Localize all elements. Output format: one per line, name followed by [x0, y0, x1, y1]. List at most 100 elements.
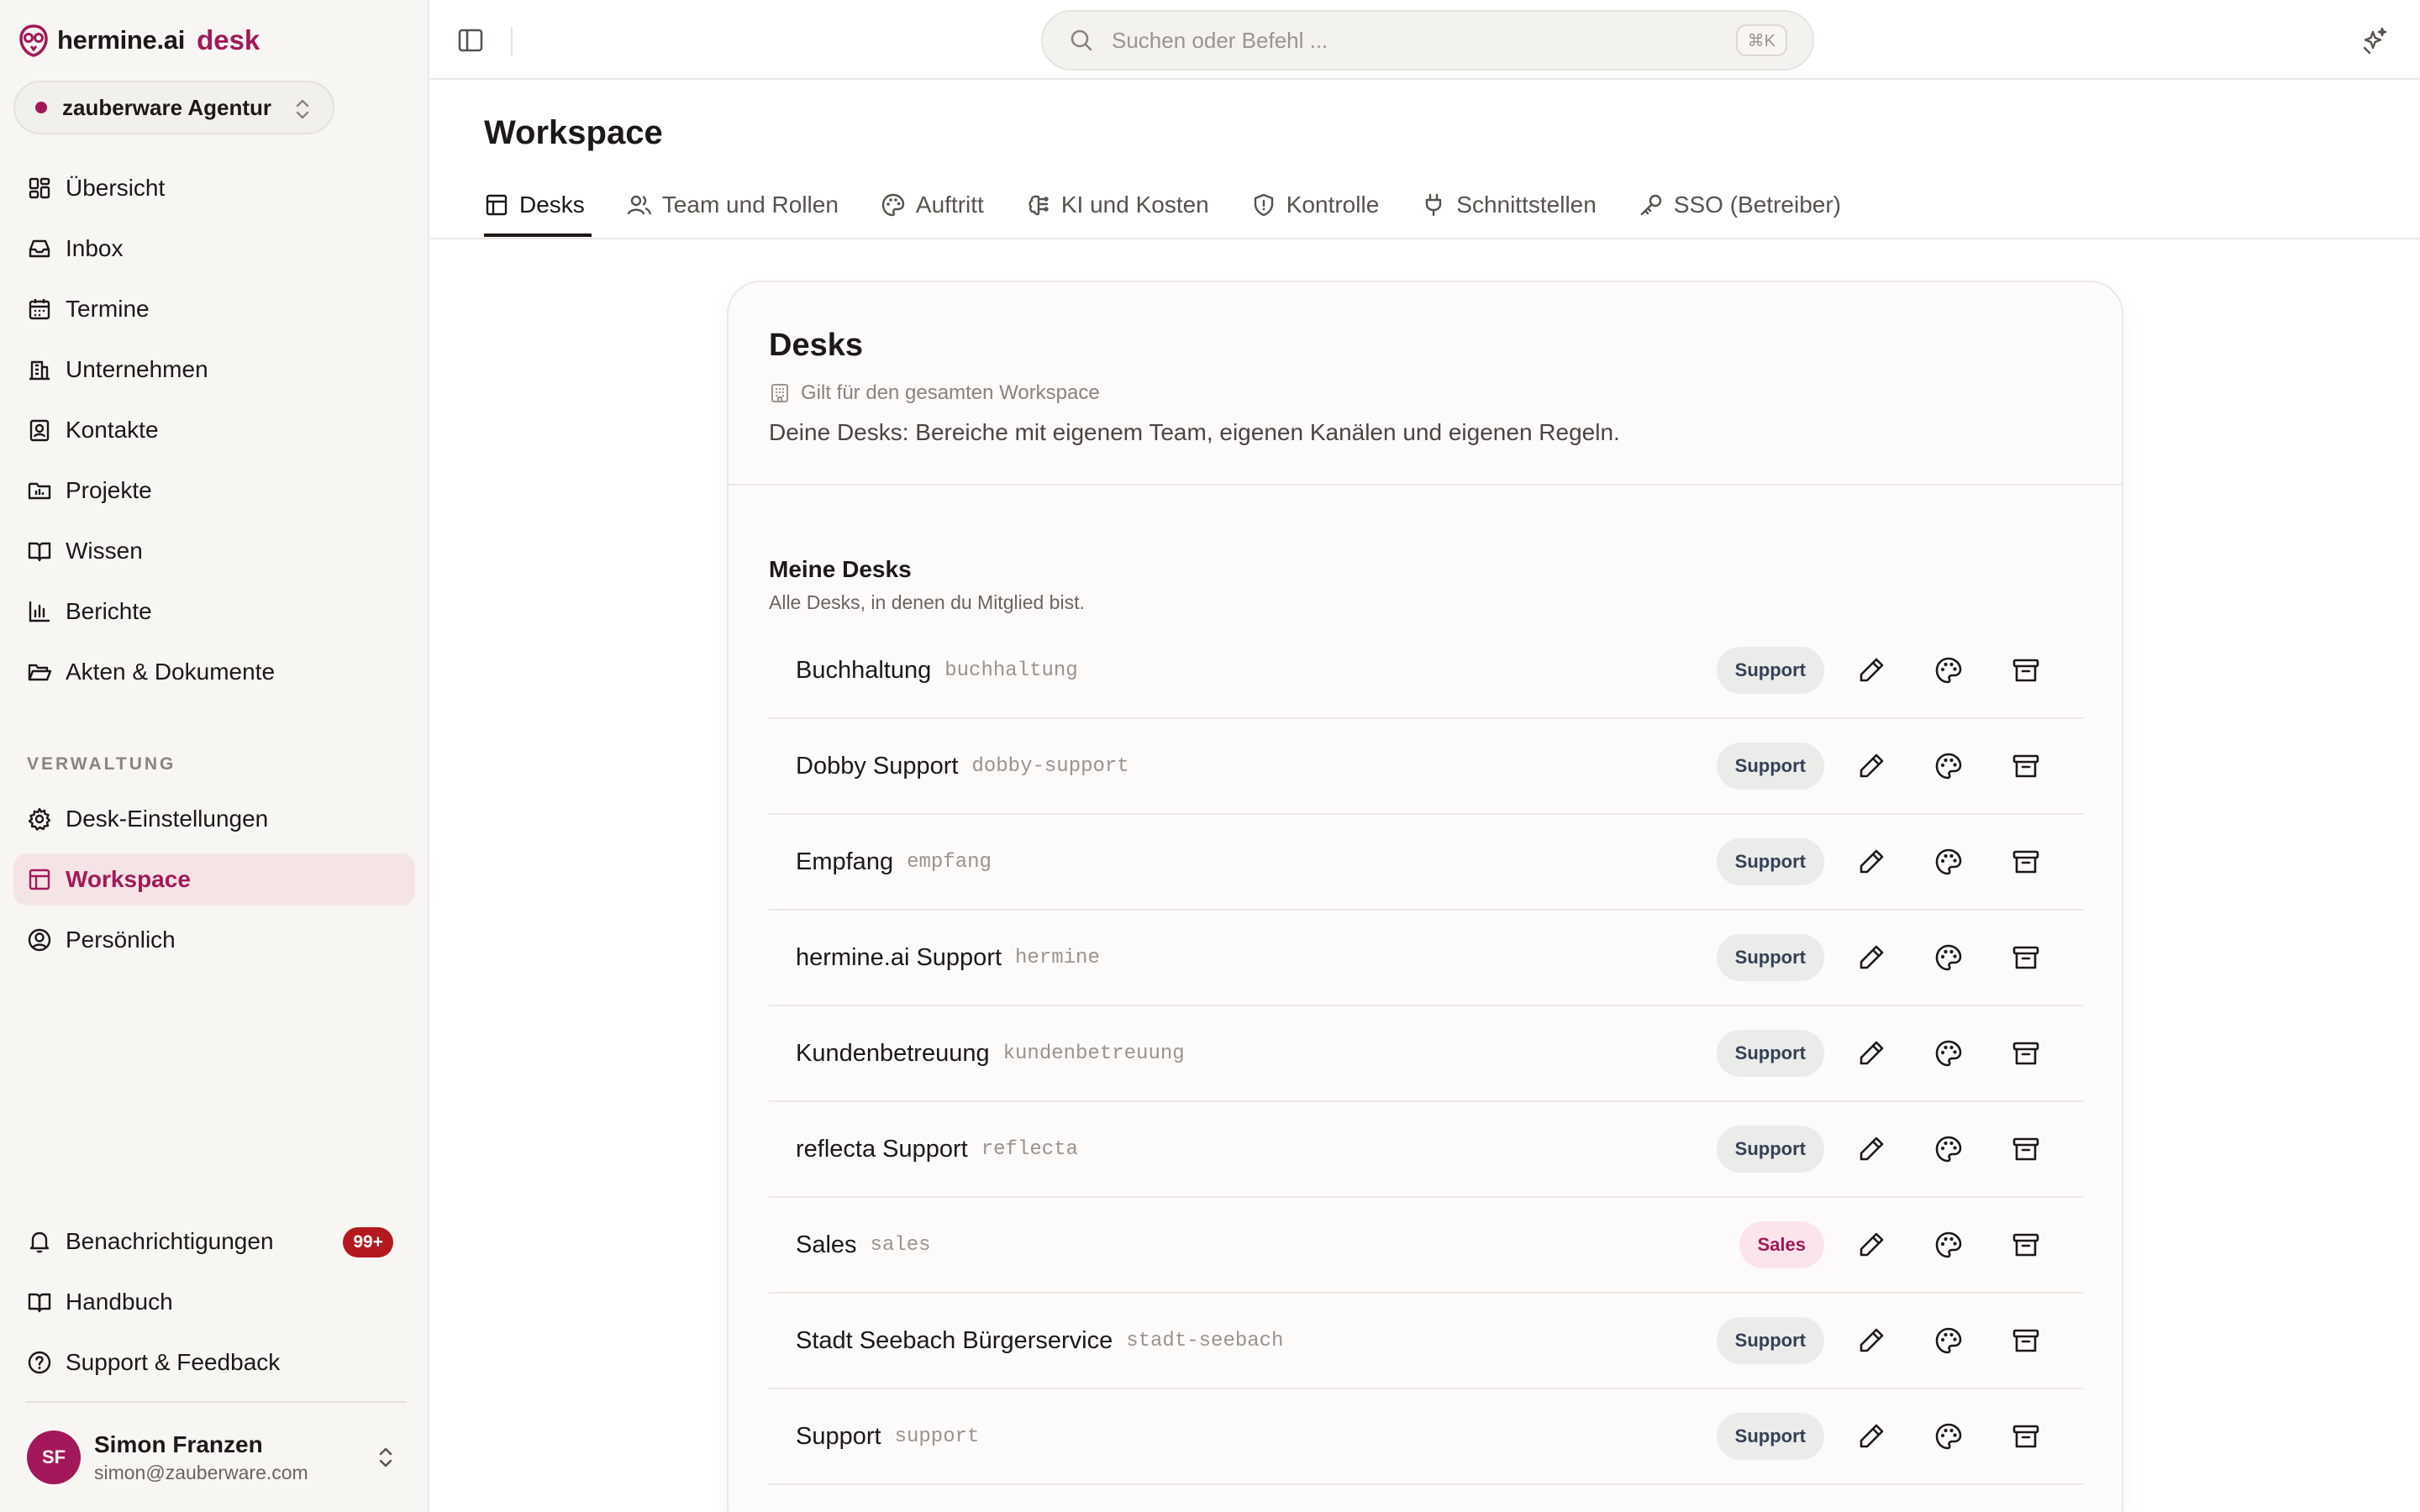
nav-item-kontakte[interactable]: Kontakte	[13, 404, 415, 456]
nav-label: Support & Feedback	[66, 1349, 281, 1375]
nav-item-desk-einstellungen[interactable]: Desk-Einstellungen	[13, 793, 415, 845]
nav-item-workspace[interactable]: Workspace	[13, 853, 415, 906]
folder-chart-icon	[27, 478, 66, 503]
edit-pencil-icon[interactable]	[1856, 1134, 1886, 1164]
desk-type-badge: Support	[1716, 1126, 1824, 1173]
edit-pencil-icon[interactable]	[1856, 942, 1886, 973]
edit-pencil-icon[interactable]	[1856, 1038, 1886, 1068]
sidebar-toggle-icon[interactable]	[455, 25, 486, 55]
archive-icon[interactable]	[2011, 847, 2041, 877]
tab-label: SSO (Betreiber)	[1673, 192, 1841, 218]
desk-slug: hermine	[1015, 946, 1100, 969]
tab-label: Auftritt	[915, 192, 984, 218]
nav-label: Projekte	[66, 477, 152, 503]
section-title: Meine Desks	[769, 556, 912, 582]
edit-pencil-icon[interactable]	[1856, 655, 1886, 685]
search-bar[interactable]: ⌘K	[1041, 10, 1814, 71]
dashboard-icon	[27, 176, 66, 201]
palette-icon[interactable]	[1933, 1326, 1964, 1356]
user-circle-icon	[27, 927, 66, 953]
archive-icon[interactable]	[2011, 1326, 2041, 1356]
archive-icon[interactable]	[2011, 655, 2041, 685]
nav-label: Workspace	[66, 866, 191, 892]
tab-label: Schnittstellen	[1456, 192, 1597, 218]
archive-icon[interactable]	[2011, 1038, 2041, 1068]
desk-row: Dobby Support dobby-support Support	[769, 719, 2083, 815]
shield-icon	[1251, 192, 1286, 218]
bar-chart-icon	[27, 599, 66, 624]
ai-sparkles-icon[interactable]	[2360, 25, 2390, 55]
brand-name: hermine.ai	[57, 25, 186, 55]
workspace-tabs: Desks Team und Rollen Auftritt KI und Ko…	[484, 180, 1883, 239]
sidebar-divider	[25, 1401, 407, 1403]
nav-item-support-feedback[interactable]: Support & Feedback	[13, 1336, 415, 1389]
tab-label: Team und Rollen	[661, 192, 839, 218]
palette-icon[interactable]	[1933, 655, 1964, 685]
desk-row: Support support Support	[769, 1389, 2083, 1485]
nav-item-termine[interactable]: Termine	[13, 283, 415, 335]
desk-name: Dobby Support	[796, 752, 959, 780]
palette-icon[interactable]	[1933, 1038, 1964, 1068]
nav-item-akten-dokumente[interactable]: Akten & Dokumente	[13, 646, 415, 698]
tab-desks[interactable]: Desks	[484, 180, 592, 237]
desk-row: Kundenbetreuung kundenbetreuung Support	[769, 1006, 2083, 1102]
nav-label: Übersicht	[66, 175, 166, 201]
desk-slug: reflecta	[981, 1137, 1078, 1161]
workspace-switcher[interactable]: zauberware Agentur	[13, 81, 334, 134]
palette-icon[interactable]	[1933, 942, 1964, 973]
user-menu[interactable]: SF Simon Franzen simon@zauberware.com	[27, 1428, 410, 1487]
edit-pencil-icon[interactable]	[1856, 751, 1886, 781]
nav-item-benachrichtigungen[interactable]: Benachrichtigungen 99+	[13, 1215, 415, 1268]
desk-slug: kundenbetreuung	[1002, 1042, 1185, 1065]
palette-icon	[881, 192, 916, 218]
nav-item-berichte[interactable]: Berichte	[13, 585, 415, 638]
archive-icon[interactable]	[2011, 1134, 2041, 1164]
tab-schnittstellen[interactable]: Schnittstellen	[1421, 180, 1597, 230]
nav-item-uebersicht[interactable]: Übersicht	[13, 162, 415, 214]
tab-auftritt[interactable]: Auftritt	[881, 180, 984, 230]
edit-pencil-icon[interactable]	[1856, 1230, 1886, 1260]
desk-row: Buchhaltung buchhaltung Support	[769, 623, 2083, 719]
tab-sso-betreiber[interactable]: SSO (Betreiber)	[1639, 180, 1841, 230]
nav-item-wissen[interactable]: Wissen	[13, 525, 415, 577]
desk-row: hermine.ai Support hermine Support	[769, 911, 2083, 1006]
search-input[interactable]	[1112, 27, 1717, 54]
nav-item-inbox[interactable]: Inbox	[13, 223, 415, 275]
nav-item-handbuch[interactable]: Handbuch	[13, 1276, 415, 1328]
archive-icon[interactable]	[2011, 751, 2041, 781]
workspace-color-dot	[35, 102, 47, 113]
nav-label: Desk-Einstellungen	[66, 806, 269, 832]
edit-pencil-icon[interactable]	[1856, 1326, 1886, 1356]
gear-icon	[27, 806, 66, 832]
layout-icon	[27, 867, 66, 892]
nav-label: Kontakte	[66, 417, 159, 443]
desk-slug: dobby-support	[971, 754, 1129, 778]
desk-slug: support	[894, 1425, 980, 1448]
archive-icon[interactable]	[2011, 1230, 2041, 1260]
desk-row: Stadt Seebach Bürgerservice stadt-seebac…	[769, 1294, 2083, 1389]
card-scope: Gilt für den gesamten Workspace	[769, 381, 1100, 405]
nav-section-label: VERWALTUNG	[27, 754, 176, 774]
brand-product: desk	[197, 24, 260, 55]
archive-icon[interactable]	[2011, 1421, 2041, 1452]
archive-icon[interactable]	[2011, 942, 2041, 973]
tab-ki-und-kosten[interactable]: KI und Kosten	[1026, 180, 1209, 230]
nav-item-unternehmen[interactable]: Unternehmen	[13, 344, 415, 396]
edit-pencil-icon[interactable]	[1856, 1421, 1886, 1452]
palette-icon[interactable]	[1933, 1230, 1964, 1260]
workspace-name: zauberware Agentur	[62, 94, 271, 120]
nav-item-persoenlich[interactable]: Persönlich	[13, 914, 415, 966]
bell-icon	[27, 1229, 66, 1254]
edit-pencil-icon[interactable]	[1856, 847, 1886, 877]
palette-icon[interactable]	[1933, 1421, 1964, 1452]
desk-type-badge: Support	[1716, 934, 1824, 981]
brand-logo[interactable]: hermine.ai desk	[18, 22, 260, 59]
palette-icon[interactable]	[1933, 751, 1964, 781]
palette-icon[interactable]	[1933, 1134, 1964, 1164]
desk-type-badge: Support	[1716, 1413, 1824, 1460]
key-icon	[1639, 192, 1674, 218]
tab-team-und-rollen[interactable]: Team und Rollen	[627, 180, 839, 230]
tab-kontrolle[interactable]: Kontrolle	[1251, 180, 1379, 230]
nav-item-projekte[interactable]: Projekte	[13, 465, 415, 517]
palette-icon[interactable]	[1933, 847, 1964, 877]
